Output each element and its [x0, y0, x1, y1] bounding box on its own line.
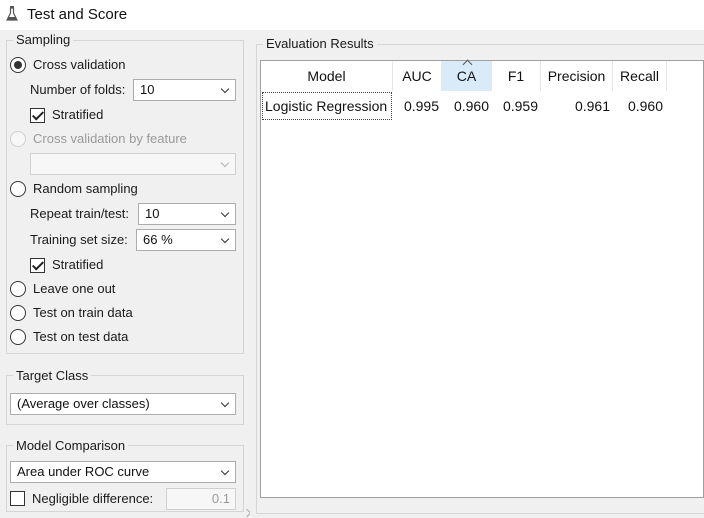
leave-one-out-label[interactable]: Leave one out	[33, 281, 115, 296]
repeat-train-test-value: 10	[145, 206, 160, 221]
cell-auc[interactable]: 0.995	[393, 91, 439, 121]
cell-precision[interactable]: 0.961	[541, 91, 610, 121]
leave-one-out-radio[interactable]	[10, 281, 26, 297]
column-header-f1[interactable]: F1	[492, 61, 541, 91]
negligible-difference-label[interactable]: Negligible difference:	[32, 491, 153, 506]
comparison-metric-combo[interactable]: Area under ROC curve	[10, 461, 236, 483]
chevron-down-icon	[220, 158, 230, 168]
stratified-checkbox[interactable]	[30, 108, 45, 123]
number-of-folds-combo[interactable]: 10	[133, 79, 236, 101]
sampling-group-title: Sampling	[13, 32, 74, 47]
column-header-f1-label: F1	[507, 68, 525, 84]
chevron-down-icon	[220, 234, 230, 244]
cell-model[interactable]: Logistic Regression	[265, 91, 393, 121]
cross-validation-radio[interactable]	[10, 57, 26, 73]
column-header-recall-label: Recall	[620, 68, 659, 84]
stratified-random-label[interactable]: Stratified	[52, 257, 103, 272]
repeat-train-test-combo[interactable]: 10	[138, 203, 236, 225]
column-header-auc[interactable]: AUC	[393, 61, 442, 91]
cv-by-feature-radio[interactable]	[10, 131, 26, 147]
column-header-model[interactable]: Model	[261, 61, 393, 91]
cv-feature-combo[interactable]	[30, 153, 236, 175]
target-class-title: Target Class	[13, 368, 92, 383]
negligible-difference-input[interactable]: 0.1	[166, 488, 236, 510]
cv-by-feature-label[interactable]: Cross validation by feature	[33, 131, 187, 146]
chevron-down-icon	[220, 466, 230, 476]
evaluation-results-title: Evaluation Results	[263, 36, 377, 51]
test-on-test-label[interactable]: Test on test data	[33, 329, 128, 344]
column-header-precision[interactable]: Precision	[541, 61, 613, 91]
test-on-train-radio[interactable]	[10, 305, 26, 321]
repeat-train-test-label: Repeat train/test:	[30, 206, 129, 221]
column-header-precision-label: Precision	[547, 68, 606, 84]
training-set-size-value: 66 %	[143, 232, 173, 247]
cross-validation-label[interactable]: Cross validation	[33, 57, 126, 72]
target-class-value: (Average over classes)	[17, 396, 150, 411]
model-comparison-title: Model Comparison	[13, 438, 129, 453]
stratified-random-checkbox[interactable]	[30, 258, 45, 273]
test-on-train-label[interactable]: Test on train data	[33, 305, 133, 320]
column-header-auc-label: AUC	[402, 68, 432, 84]
column-header-recall[interactable]: Recall	[613, 61, 667, 91]
evaluation-results-table[interactable]: Model AUC CA F1 Precision Recall Logisti…	[260, 59, 704, 498]
random-sampling-radio[interactable]	[10, 181, 26, 197]
training-set-size-combo[interactable]: 66 %	[136, 229, 236, 251]
column-header-ca-label: CA	[456, 68, 477, 84]
cell-ca[interactable]: 0.960	[442, 91, 489, 121]
cell-f1[interactable]: 0.959	[492, 91, 538, 121]
flask-icon	[6, 6, 18, 21]
chevron-down-icon	[220, 208, 230, 218]
number-of-folds-value: 10	[140, 82, 155, 97]
cell-recall[interactable]: 0.960	[613, 91, 663, 121]
number-of-folds-label: Number of folds:	[30, 82, 126, 97]
title-bar: Test and Score	[0, 0, 704, 30]
stratified-label[interactable]: Stratified	[52, 107, 103, 122]
column-header-ca[interactable]: CA	[442, 59, 492, 91]
column-header-model-label: Model	[307, 68, 346, 84]
negligible-difference-checkbox[interactable]	[10, 491, 25, 506]
negligible-difference-value: 0.1	[211, 491, 230, 506]
random-sampling-label[interactable]: Random sampling	[33, 181, 138, 196]
window-title: Test and Score	[27, 6, 128, 23]
training-set-size-label: Training set size:	[30, 232, 128, 247]
test-on-test-radio[interactable]	[10, 329, 26, 345]
target-class-combo[interactable]: (Average over classes)	[10, 393, 236, 415]
chevron-down-icon	[220, 84, 230, 94]
comparison-metric-value: Area under ROC curve	[17, 464, 150, 479]
chevron-down-icon	[220, 398, 230, 408]
